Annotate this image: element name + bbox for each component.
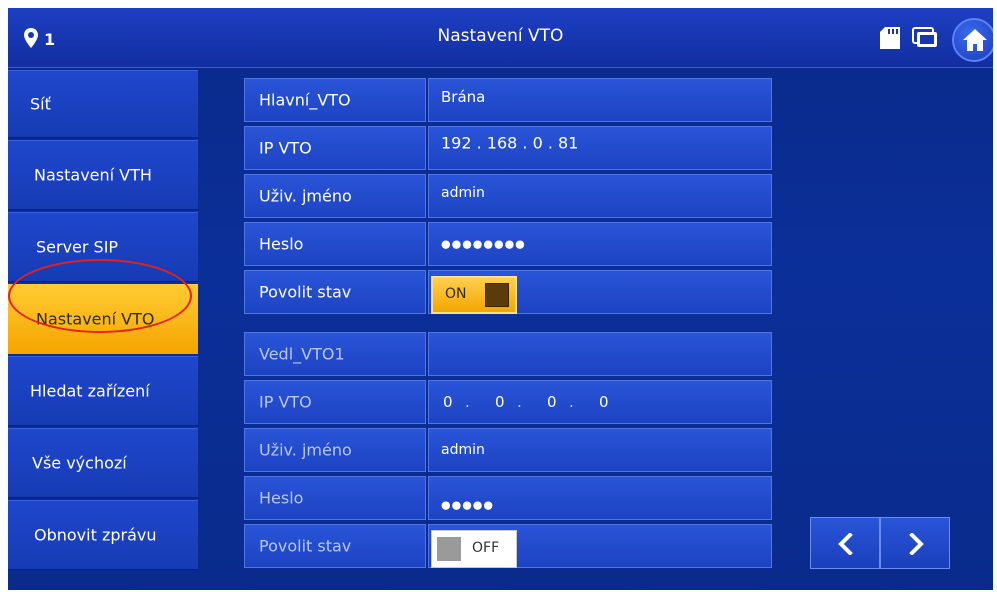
ip-octet-1[interactable]: 0: [443, 393, 453, 411]
ip-separator: .: [569, 393, 574, 411]
label-text: Povolit stav: [259, 536, 352, 556]
main-vto-user-label: Uživ. jméno: [244, 174, 426, 218]
sidebar-item-restore-defaults[interactable]: Vše výchozí: [8, 428, 198, 498]
label-text: IP VTO: [259, 138, 312, 158]
main-vto-ip-field[interactable]: 192 . 168 . 0 . 81: [428, 126, 772, 170]
sidebar-item-label: Server SIP: [36, 237, 119, 257]
secondary-vto-enable-label: Povolit stav: [244, 524, 426, 568]
label-text: Heslo: [259, 488, 304, 508]
sidebar-item-vth-settings[interactable]: Nastavení VTH: [8, 140, 198, 210]
secondary-vto-user-field[interactable]: admin: [428, 428, 772, 472]
ip-separator: .: [517, 393, 522, 411]
field-value: Brána: [441, 88, 486, 106]
chevron-left-icon: [838, 533, 853, 555]
field-value: admin: [441, 442, 485, 458]
ip-octet-2[interactable]: 0: [495, 393, 505, 411]
secondary-vto-name-field[interactable]: [428, 332, 772, 376]
field-value: ●●●●●: [441, 498, 494, 512]
main-vto-password-label: Heslo: [244, 222, 426, 266]
ip-octet-3[interactable]: 0: [547, 393, 557, 411]
field-value: admin: [441, 185, 485, 201]
sidebar-item-label: Vše výchozí: [32, 453, 127, 473]
label-text: Vedl_VTO1: [259, 344, 345, 364]
toggle-knob: [485, 283, 509, 307]
sidebar-item-reset-messages[interactable]: Obnovit zprávu: [8, 500, 198, 570]
vto-settings-screen: 1 Nastavení VTO Síť Nastavení VTH Server…: [8, 8, 993, 590]
secondary-vto-user-label: Uživ. jméno: [244, 428, 426, 472]
sidebar-item-label: Síť: [30, 94, 51, 114]
secondary-vto-ip-field[interactable]: 0 . 0 . 0 . 0: [428, 380, 772, 424]
previous-page-button[interactable]: [810, 517, 880, 569]
top-bar: 1 Nastavení VTO: [8, 8, 993, 68]
monitor-icon: [912, 27, 937, 47]
label-text: Povolit stav: [259, 282, 352, 302]
label-text: Heslo: [259, 234, 304, 254]
home-button[interactable]: [952, 18, 993, 62]
field-value: 192 . 168 . 0 . 81: [441, 133, 579, 153]
main-vto-password-field[interactable]: ●●●●●●●●: [428, 222, 772, 266]
toggle-state: ON: [445, 286, 467, 302]
secondary-vto-ip-label: IP VTO: [244, 380, 426, 424]
main-vto-name-field[interactable]: Brána: [428, 78, 772, 122]
home-icon: [963, 29, 987, 51]
label-text: Uživ. jméno: [259, 440, 352, 460]
ip-separator: .: [465, 393, 470, 411]
highlight-annotation: [8, 259, 192, 333]
main-vto-enable-toggle[interactable]: ON: [431, 276, 517, 314]
toggle-state: OFF: [472, 540, 500, 556]
main-vto-enable-label: Povolit stav: [244, 270, 426, 314]
chevron-right-icon: [909, 533, 924, 555]
label-text: IP VTO: [259, 392, 312, 412]
page-title: Nastavení VTO: [437, 26, 564, 46]
label-text: Hlavní_VTO: [259, 90, 351, 110]
sidebar-item-search-devices[interactable]: Hledat zařízení: [8, 356, 198, 426]
field-value: ●●●●●●●●: [441, 237, 526, 251]
secondary-vto-name-label: Vedl_VTO1: [244, 332, 426, 376]
main-vto-user-field[interactable]: admin: [428, 174, 772, 218]
next-page-button[interactable]: [880, 517, 950, 569]
secondary-vto-enable-toggle[interactable]: OFF: [431, 530, 517, 568]
ip-octet-4[interactable]: 0: [599, 393, 609, 411]
secondary-vto-password-label: Heslo: [244, 476, 426, 520]
main-vto-name-label: Hlavní_VTO: [244, 78, 426, 122]
label-text: Uživ. jméno: [259, 186, 352, 206]
sidebar-item-label: Hledat zařízení: [30, 381, 150, 401]
main-vto-ip-label: IP VTO: [244, 126, 426, 170]
sidebar-item-label: Nastavení VTH: [34, 165, 152, 185]
secondary-vto-password-field[interactable]: ●●●●●: [428, 476, 772, 520]
sd-card-icon: [880, 27, 900, 49]
toggle-knob: [437, 537, 461, 561]
sidebar-item-network[interactable]: Síť: [8, 70, 198, 138]
sidebar-item-label: Obnovit zprávu: [34, 525, 157, 545]
